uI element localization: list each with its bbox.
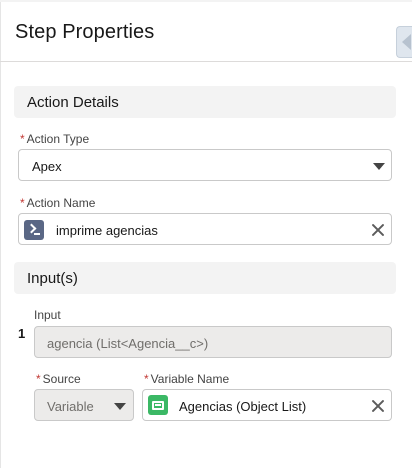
variable-name-value: Agencias (Object List): [179, 399, 307, 414]
source-select[interactable]: Variable: [34, 389, 134, 421]
variable-name-label-text: Variable Name: [150, 372, 230, 386]
required-marker: *: [36, 372, 41, 386]
variable-name-label: * Variable Name: [144, 372, 229, 386]
step-properties-panel: Step Properties Action Details * Action T…: [0, 0, 412, 468]
source-value: Variable: [47, 399, 94, 414]
action-name-combobox[interactable]: imprime agencias: [18, 213, 392, 245]
panel-left-border: [0, 0, 1, 468]
action-type-label-text: Action Type: [26, 132, 90, 146]
required-marker: *: [20, 196, 25, 210]
section-inputs: Input(s): [14, 262, 396, 294]
input-row-index: 1: [18, 326, 26, 341]
source-label-text: Source: [42, 372, 81, 386]
required-marker: *: [20, 132, 25, 146]
section-title-inputs: Input(s): [27, 270, 78, 287]
action-name-value: imprime agencias: [56, 223, 158, 238]
input-label: Input: [34, 308, 61, 322]
action-type-label: * Action Type: [20, 132, 89, 146]
object-list-icon: [148, 395, 168, 415]
page-title: Step Properties: [15, 21, 155, 43]
source-label: * Source: [36, 372, 81, 386]
clear-icon[interactable]: [371, 223, 385, 237]
collapse-panel-button[interactable]: [396, 26, 412, 58]
input-value: agencia (List<Agencia__c>): [47, 336, 209, 351]
section-action-details: Action Details: [14, 86, 396, 118]
top-divider: [0, 0, 412, 2]
panel-header: Step Properties: [0, 0, 412, 62]
action-type-value: Apex: [32, 159, 62, 174]
action-type-select[interactable]: Apex: [18, 149, 392, 181]
chevron-down-icon: [114, 403, 126, 410]
chevron-down-icon: [373, 163, 385, 170]
section-title-action-details: Action Details: [27, 94, 119, 111]
chevron-left-icon: [402, 34, 411, 50]
variable-name-combobox[interactable]: Agencias (Object List): [142, 389, 392, 421]
action-name-label: * Action Name: [20, 196, 95, 210]
clear-icon[interactable]: [371, 399, 385, 413]
apex-terminal-icon: [24, 220, 44, 240]
input-field: agencia (List<Agencia__c>): [34, 326, 392, 358]
required-marker: *: [144, 372, 149, 386]
action-name-label-text: Action Name: [26, 196, 96, 210]
